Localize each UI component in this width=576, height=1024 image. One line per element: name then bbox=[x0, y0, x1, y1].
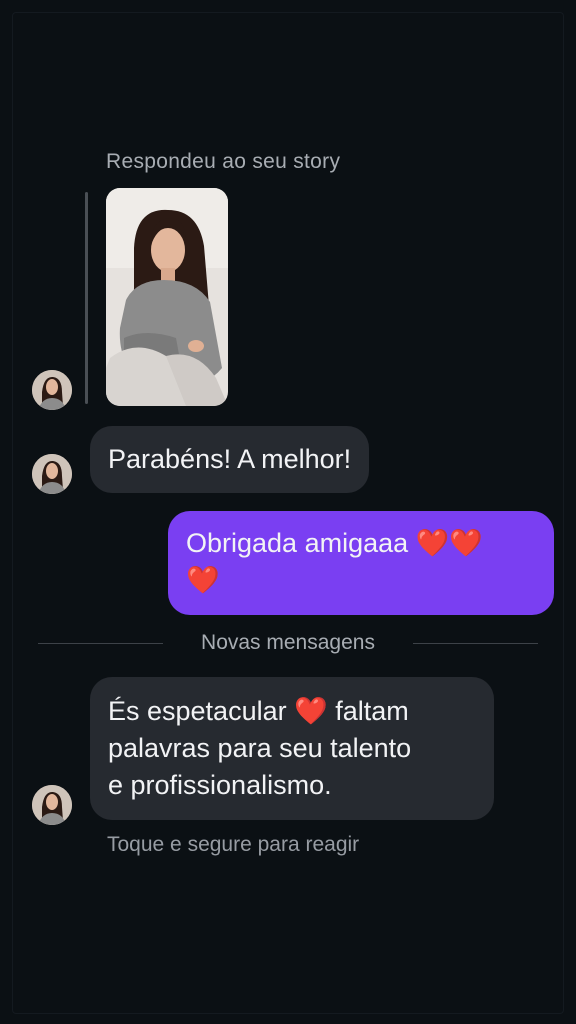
message-text-line: faltam bbox=[327, 696, 409, 726]
message-text: Obrigada amigaaa bbox=[186, 528, 416, 558]
heart-emoji-icon: ❤️ bbox=[449, 528, 483, 558]
heart-emoji-icon: ❤️ bbox=[186, 565, 220, 595]
message-text-line: e profissionalismo. bbox=[108, 770, 332, 800]
heart-emoji-icon: ❤️ bbox=[415, 528, 450, 558]
divider-line-right bbox=[413, 643, 538, 644]
contact-avatar[interactable] bbox=[32, 454, 72, 494]
story-thumbnail[interactable] bbox=[106, 188, 228, 406]
message-text-line: És espetacular bbox=[108, 696, 295, 726]
react-hint: Toque e segure para reagir bbox=[107, 833, 360, 856]
contact-avatar[interactable] bbox=[32, 370, 72, 410]
contact-avatar[interactable] bbox=[32, 785, 72, 825]
message-bubble-incoming[interactable]: És espetacular ❤️ faltam palavras para s… bbox=[90, 677, 494, 820]
message-text-line: palavras para seu talento bbox=[108, 733, 412, 763]
message-text: Parabéns! A melhor! bbox=[108, 444, 352, 474]
message-bubble-outgoing[interactable]: Obrigada amigaaa ❤️❤️ ❤️ bbox=[168, 511, 554, 615]
story-reply-caption: Respondeu ao seu story bbox=[106, 150, 341, 173]
story-reply-bar bbox=[85, 192, 88, 404]
heart-emoji-icon: ❤️ bbox=[294, 696, 328, 726]
message-bubble-incoming[interactable]: Parabéns! A melhor! bbox=[90, 426, 370, 493]
